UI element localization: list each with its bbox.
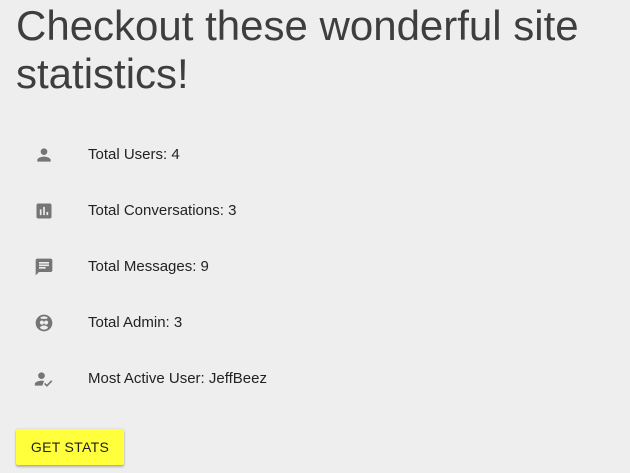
get-stats-button[interactable]: GET STATS <box>16 429 124 465</box>
bar-chart-icon <box>34 201 54 221</box>
message-icon <box>34 257 54 277</box>
stat-item-total-messages: Total Messages: 9 <box>0 239 630 295</box>
face-icon <box>34 313 54 333</box>
stat-item-most-active-user: Most Active User: JeffBeez <box>0 351 630 407</box>
stat-label: Total Messages: 9 <box>88 258 209 275</box>
page-title: Checkout these wonderful site statistics… <box>16 2 579 97</box>
stat-item-total-users: Total Users: 4 <box>0 127 630 183</box>
stat-label: Total Users: 4 <box>88 146 180 163</box>
person-icon <box>34 145 54 165</box>
how-to-reg-icon <box>34 369 54 389</box>
stat-label: Most Active User: JeffBeez <box>88 370 267 387</box>
stat-label: Total Conversations: 3 <box>88 202 237 219</box>
stat-item-total-conversations: Total Conversations: 3 <box>0 183 630 239</box>
stat-item-total-admin: Total Admin: 3 <box>0 295 630 351</box>
stats-list: Total Users: 4 Total Conversations: 3 To… <box>0 127 630 407</box>
stat-label: Total Admin: 3 <box>88 314 183 331</box>
